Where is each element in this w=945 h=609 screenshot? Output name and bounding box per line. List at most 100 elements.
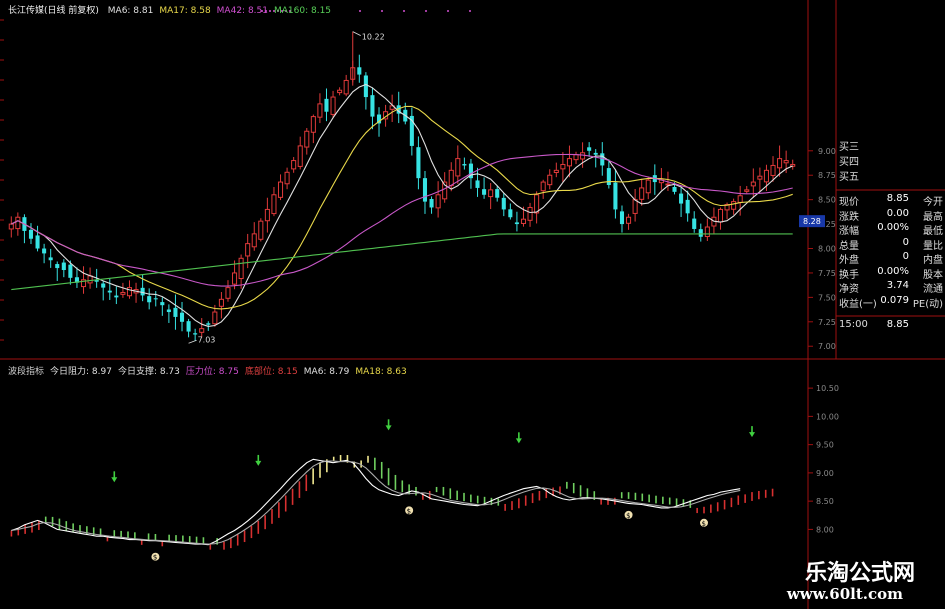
candle-body-down <box>501 197 506 210</box>
money-bag-symbol: $ <box>407 507 411 515</box>
candle-body-down <box>193 333 198 335</box>
candle-body-up <box>297 145 303 167</box>
ma-legend-item-0: MA6: 8.81 <box>107 6 154 16</box>
watermark-url: www.60lt.com <box>786 585 903 603</box>
annotation-leader <box>352 31 361 36</box>
quote-label: 外盘 <box>839 255 859 266</box>
candle-body-down <box>613 182 618 210</box>
quote-label: 收益(一) <box>839 298 877 310</box>
candle-body-down <box>160 302 165 306</box>
money-bag-symbol: $ <box>626 512 630 520</box>
candle-body-up <box>238 257 244 280</box>
quote-label-2: 最低 <box>923 226 943 237</box>
candle-body-up <box>448 169 454 187</box>
candle-body-down <box>495 189 500 198</box>
candle-body-up <box>632 199 638 214</box>
quote-label-2: 流通 <box>923 284 943 295</box>
candle-body-down <box>514 222 519 225</box>
indicator-legend-item-0: 波段指标 <box>8 367 45 377</box>
quote-label-2: PE(动) <box>912 298 943 310</box>
candle-body-up <box>717 208 724 223</box>
quote-label-2: 最高 <box>923 211 943 223</box>
order-book-label: 买五 <box>839 172 859 183</box>
candle-body-up <box>87 275 93 284</box>
candle-body-up <box>15 216 21 230</box>
price-tick-label: 8.00 <box>818 245 836 254</box>
candle-body-up <box>639 187 645 200</box>
candle-body-up <box>783 160 789 164</box>
candle-body-up <box>520 218 527 224</box>
stock-title: 长江传媒(日线 前复权) <box>8 6 99 16</box>
candle-body-up <box>245 243 251 257</box>
price-tick-label: 7.00 <box>818 342 836 351</box>
candle-body-down <box>593 152 598 155</box>
quote-label-2: 内盘 <box>923 255 943 266</box>
candle-body-down <box>475 180 480 188</box>
order-book-row: 买四 <box>836 153 945 168</box>
candle-body-down <box>606 168 611 185</box>
quote-label: 现价 <box>839 197 859 208</box>
stock-chart: 7.007.257.507.758.008.258.508.759.008.00… <box>0 0 945 609</box>
price-tick-label: 8.50 <box>818 196 836 205</box>
ma42-line <box>11 153 793 287</box>
candle-body-up <box>580 152 586 160</box>
candle-body-up <box>744 189 750 192</box>
quote-row: 换手 0.00% 股本 <box>836 266 945 281</box>
candle-body-up <box>304 130 310 148</box>
candle-body-up <box>573 154 579 161</box>
low-price-annotation: 7.03 <box>198 335 216 344</box>
down-arrow-head <box>515 438 522 444</box>
candle-body-down <box>416 147 421 179</box>
candle-body-down <box>324 98 329 112</box>
quote-panel: 买三 买四 买五 现价 8.85 今开 涨跌 0.00 最高 涨幅 0.00% 最低 总量 0 量比 外盘 0… <box>836 138 945 348</box>
candle-body-down <box>147 296 152 303</box>
candle-body-up <box>750 181 756 187</box>
candle-body-down <box>587 147 592 151</box>
candle-body-up <box>757 175 763 180</box>
ma-legend-item-3: MA160: 8.15 <box>273 6 332 16</box>
down-arrow-head <box>749 432 755 438</box>
candle-body-up <box>271 194 277 215</box>
candle-body-up <box>540 181 546 192</box>
ma6-line <box>11 83 793 327</box>
current-price-tag-label: 8.28 <box>803 217 821 226</box>
candle-body-up <box>120 291 126 295</box>
candle-body-down <box>508 209 513 218</box>
candle-body-down <box>422 178 428 202</box>
price-tick-label: 7.75 <box>818 269 836 278</box>
indicator-header: 波段指标 今日阻力: 8.97 今日支撑: 8.73 压力位: 8.75 底部位: 8.… <box>8 364 419 377</box>
candle-body-up <box>626 216 632 224</box>
candle-body-down <box>685 199 690 214</box>
down-arrow-head <box>255 460 262 466</box>
signal-dot <box>447 10 449 12</box>
ma-legend-item-2: MA42: 8.51 <box>216 6 268 16</box>
annotation-leader <box>188 339 197 344</box>
order-book-row: 买五 <box>836 168 945 183</box>
candle-body-up <box>527 206 533 221</box>
candle-body-up <box>488 189 494 198</box>
indicator-legend-item-5: MA6: 8.79 <box>303 367 350 377</box>
candle-body-up <box>232 272 238 285</box>
indicator-tick-label: 8.00 <box>816 525 834 534</box>
quote-row: 现价 8.85 今开 <box>836 193 945 208</box>
candle-body-down <box>101 283 106 288</box>
candle-body-up <box>566 158 572 167</box>
order-book-row: 买三 <box>836 138 945 153</box>
candle-body-up <box>284 171 290 185</box>
quote-label-2: 股本 <box>923 269 943 281</box>
quote-label: 净资 <box>839 284 859 295</box>
candle-body-up <box>291 160 297 170</box>
ma160-line <box>11 233 793 291</box>
quote-row: 涨跌 0.00 最高 <box>836 208 945 223</box>
candle-body-down <box>370 95 375 117</box>
candle-body-up <box>277 181 284 198</box>
candle-body-up <box>225 287 231 299</box>
quote-label: 涨跌 <box>839 211 859 223</box>
quote-label: 换手 <box>839 269 859 281</box>
time-row: 15:00 8.85 <box>836 319 945 333</box>
quote-row: 总量 0 量比 <box>836 237 945 252</box>
signal-dot <box>359 10 361 12</box>
candle-body-up <box>731 201 737 210</box>
candle-body-down <box>68 264 73 278</box>
quote-value: 0 <box>902 251 909 262</box>
